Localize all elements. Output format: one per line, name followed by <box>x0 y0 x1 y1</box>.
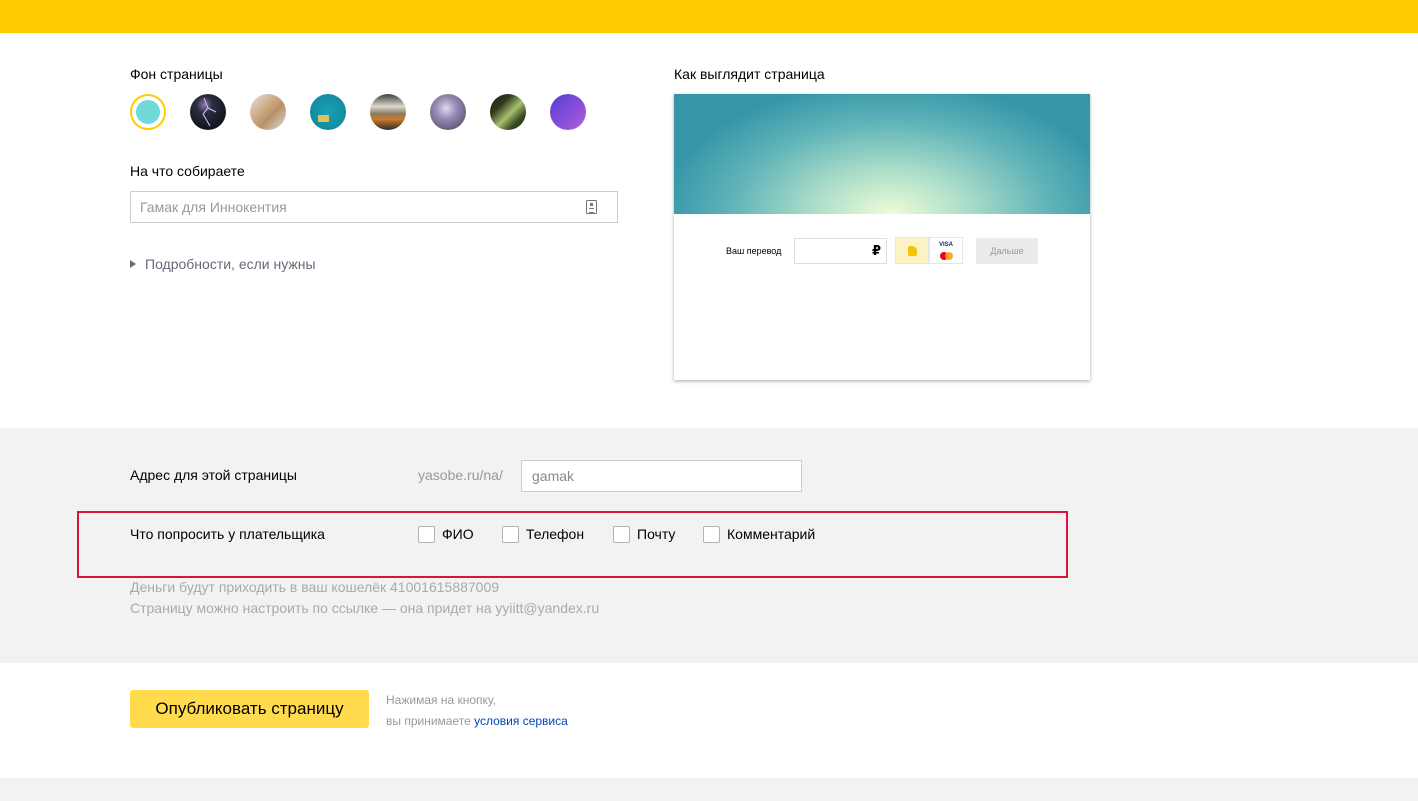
address-prefix: yasobe.ru/na/ <box>418 467 503 483</box>
checkbox-comment[interactable]: Комментарий <box>703 526 815 543</box>
preview-label: Как выглядит страница <box>674 66 825 82</box>
address-label: Адрес для этой страницы <box>130 467 297 483</box>
background-label: Фон страницы <box>130 66 223 82</box>
swatch-landscape[interactable] <box>370 94 406 130</box>
teal-object-detail <box>318 115 329 122</box>
checkbox-box[interactable] <box>418 526 435 543</box>
swatch-violet-gradient[interactable] <box>550 94 586 130</box>
highlight-box <box>77 511 1068 578</box>
preview-next-button: Дальше <box>976 238 1038 264</box>
checkbox-phone[interactable]: Телефон <box>502 526 584 543</box>
preview-amount-field: ₽ <box>794 238 887 264</box>
footer-bar <box>0 778 1418 801</box>
yandex-wallet-icon <box>908 246 917 256</box>
swatch-purple-space[interactable] <box>430 94 466 130</box>
goal-label: На что собираете <box>130 163 245 179</box>
goal-input[interactable] <box>131 192 571 222</box>
wallet-info: Деньги будут приходить в ваш кошелёк 410… <box>130 579 500 595</box>
ruble-icon: ₽ <box>871 243 881 258</box>
checkbox-label: Почту <box>637 526 676 542</box>
swatch-green-leaf[interactable] <box>490 94 526 130</box>
terms-note: Нажимая на кнопку, вы принимаете условия… <box>386 690 568 732</box>
address-input-wrapper <box>521 460 802 492</box>
details-toggle-label: Подробности, если нужны <box>145 256 316 272</box>
swatch-beige-paper[interactable] <box>250 94 286 130</box>
visa-logo: VISA <box>939 242 954 248</box>
mastercard-icon-overlap <box>945 252 953 260</box>
details-toggle[interactable]: Подробности, если нужны <box>130 256 316 272</box>
checkbox-box[interactable] <box>502 526 519 543</box>
checkbox-email[interactable]: Почту <box>613 526 675 543</box>
triangle-right-icon <box>130 260 136 268</box>
checkbox-label: Телефон <box>526 526 585 542</box>
ask-payer-label: Что попросить у плательщика <box>130 526 325 542</box>
checkbox-label: ФИО <box>442 526 474 542</box>
terms-link[interactable]: условия сервиса <box>474 714 568 728</box>
goal-input-wrapper <box>130 191 618 223</box>
preview-wallet-method <box>895 237 929 264</box>
lightning-pattern <box>202 97 217 127</box>
checkbox-fio[interactable]: ФИО <box>418 526 474 543</box>
swatch-turquoise-fill <box>136 100 160 124</box>
swatch-dark-lightning[interactable] <box>190 94 226 130</box>
swatch-teal-object[interactable] <box>310 94 346 130</box>
preview-card-method: VISA <box>929 237 963 264</box>
contact-card-icon[interactable] <box>586 200 597 214</box>
address-input[interactable] <box>522 461 792 491</box>
checkbox-box[interactable] <box>613 526 630 543</box>
preview-background <box>674 94 1090 214</box>
settings-info: Страницу можно настроить по ссылке — она… <box>130 600 600 616</box>
top-header-bar <box>0 0 1418 33</box>
checkbox-box[interactable] <box>703 526 720 543</box>
page-preview: Ваш перевод ₽ VISA Дальше <box>674 94 1090 380</box>
terms-line-2: вы принимаете <box>386 714 471 728</box>
checkbox-label: Комментарий <box>727 526 816 542</box>
terms-line-1: Нажимая на кнопку, <box>386 693 497 707</box>
swatch-turquoise[interactable] <box>130 94 166 130</box>
preview-transfer-label: Ваш перевод <box>726 246 782 256</box>
publish-button[interactable]: Опубликовать страницу <box>130 690 369 728</box>
